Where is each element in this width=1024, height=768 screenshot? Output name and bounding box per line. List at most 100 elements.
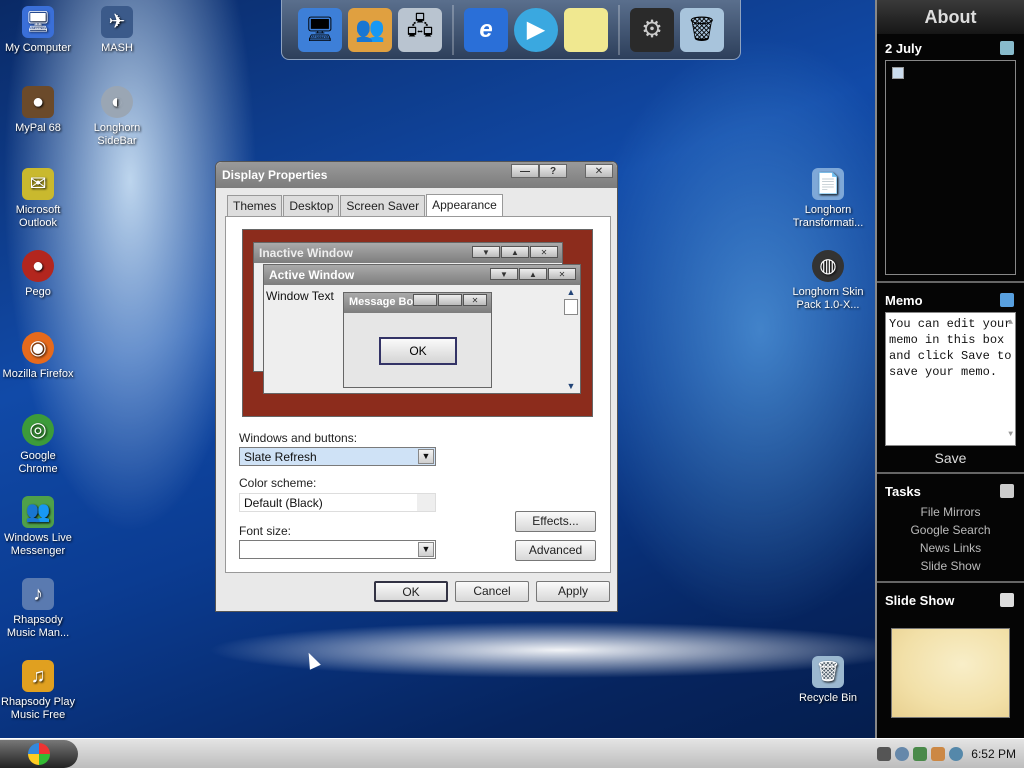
- monitor-icon[interactable]: 🖥: [298, 7, 342, 52]
- windows-buttons-label: Windows and buttons:: [239, 431, 358, 445]
- minimize-button[interactable]: —: [511, 164, 539, 178]
- computer-icon: 🖥: [22, 6, 54, 38]
- ok-button[interactable]: OK: [374, 581, 448, 602]
- network-icon[interactable]: 🖧: [398, 7, 442, 52]
- desktop-icon-outlook[interactable]: ✉ Microsoft Outlook: [0, 168, 76, 230]
- start-button[interactable]: [0, 740, 78, 768]
- keyboard-icon[interactable]: [877, 747, 892, 761]
- volume-icon[interactable]: [895, 747, 910, 761]
- slideshow-icon[interactable]: [1000, 593, 1014, 607]
- desktop-icon-messenger[interactable]: 👥 Windows Live Messenger: [0, 496, 76, 558]
- windows-logo-icon: [28, 743, 50, 765]
- desktop-icon-label: Mozilla Firefox: [2, 368, 74, 380]
- appearance-preview: Inactive Window ▼ ▲ ✕ Active Window ▼ ▲ …: [242, 229, 593, 417]
- tab-themes[interactable]: Themes: [227, 195, 283, 216]
- desktop-icon-label: My Computer: [4, 42, 72, 54]
- dock-separator: [618, 4, 620, 55]
- dialog-titlebar[interactable]: Display Properties — ? ✕: [216, 162, 617, 188]
- dialog-tabs: Themes Desktop Screen Saver Appearance: [227, 194, 504, 216]
- message-box-title: Message Box: [349, 296, 420, 308]
- desktop-icon-mypal[interactable]: ● MyPal 68: [0, 86, 76, 135]
- desktop-icon-rhapsody-play[interactable]: ♫ Rhapsody Play Music Free: [0, 660, 76, 722]
- color-scheme-select[interactable]: Default (Black): [239, 493, 436, 512]
- desktop-icon-label: Pego: [25, 286, 51, 298]
- trash-icon[interactable]: 🗑: [680, 7, 724, 52]
- cancel-button[interactable]: Cancel: [455, 581, 529, 602]
- desktop-icon-label: MASH: [101, 42, 133, 54]
- desktop-icon-firefox[interactable]: ◉ Mozilla Firefox: [0, 332, 76, 381]
- memo-textarea[interactable]: You can edit your memo in this box and c…: [885, 312, 1016, 446]
- pego-icon: ●: [22, 250, 54, 282]
- scroll-thumb: [564, 299, 578, 315]
- desktop-icon-label: Recycle Bin: [798, 692, 858, 704]
- desktop-icon-label: Microsoft Outlook: [15, 204, 61, 229]
- rhapsody-play-icon: ♫: [22, 660, 54, 692]
- calendar-header: 2 July: [877, 37, 1024, 60]
- desktop-icon-longhorn-transformation[interactable]: 📄 Longhorn Transformati...: [790, 168, 866, 230]
- apply-button[interactable]: Apply: [536, 581, 610, 602]
- update-icon[interactable]: [949, 747, 964, 761]
- tab-appearance[interactable]: Appearance: [426, 194, 503, 216]
- desktop-icon-mash[interactable]: ✈ MASH: [79, 6, 155, 55]
- preview-ok-button: OK: [379, 337, 457, 365]
- task-google-search[interactable]: Google Search: [877, 521, 1024, 539]
- sidebar-about[interactable]: About: [877, 0, 1024, 34]
- network-tray-icon[interactable]: [913, 747, 928, 761]
- dialog-close-controls: ✕: [585, 164, 613, 178]
- slideshow-header: Slide Show: [877, 589, 1024, 612]
- desktop-icon-label: Longhorn Skin Pack 1.0-X...: [792, 286, 864, 311]
- desktop-icon-longhorn-sidebar[interactable]: ◐ Longhorn SideBar: [79, 86, 155, 148]
- task-slide-show[interactable]: Slide Show: [877, 557, 1024, 575]
- slideshow-title: Slide Show: [885, 593, 955, 608]
- internet-explorer-icon[interactable]: e: [464, 7, 508, 52]
- desktop-icon-rhapsody-manager[interactable]: ♪ Rhapsody Music Man...: [0, 578, 76, 640]
- effects-button[interactable]: Effects...: [515, 511, 596, 532]
- slideshow-image[interactable]: [891, 628, 1010, 718]
- sidebar-icon: ◐: [101, 86, 133, 118]
- tab-desktop[interactable]: Desktop: [283, 195, 340, 216]
- help-button[interactable]: ?: [539, 164, 567, 178]
- clock[interactable]: 6:52 PM: [971, 747, 1016, 761]
- preview-scrollbar: ▲ ▼: [564, 287, 578, 391]
- close-button[interactable]: ✕: [585, 164, 613, 178]
- skinpack-icon: ◍: [812, 250, 844, 282]
- memo-icon[interactable]: [1000, 293, 1014, 307]
- messenger-icon: 👥: [22, 496, 54, 528]
- settings-window-icon[interactable]: ⚙: [630, 7, 674, 52]
- desktop-icon-label: Rhapsody Music Man...: [6, 614, 70, 639]
- desktop-icon-label: Rhapsody Play Music Free: [1, 696, 75, 721]
- desktop-icon-pego[interactable]: ● Pego: [0, 250, 76, 299]
- security-icon[interactable]: [931, 747, 946, 761]
- system-tray: 6:52 PM: [877, 739, 1016, 768]
- task-news-links[interactable]: News Links: [877, 539, 1024, 557]
- windows-buttons-select[interactable]: Slate Refresh ▼: [239, 447, 436, 466]
- desktop-icon-chrome[interactable]: ◎ Google Chrome: [0, 414, 76, 476]
- outlook-icon: ✉: [22, 168, 54, 200]
- tasks-icon[interactable]: [1000, 484, 1014, 498]
- media-player-icon[interactable]: ▶: [514, 7, 558, 52]
- tasks-title: Tasks: [885, 484, 921, 499]
- advanced-button[interactable]: Advanced: [515, 540, 596, 561]
- chevron-down-icon: ▼: [472, 246, 500, 258]
- desktop-icon-recycle-bin[interactable]: 🗑 Recycle Bin: [790, 656, 866, 705]
- notes-icon[interactable]: [564, 7, 608, 52]
- desktop-icon-label: Google Chrome: [18, 450, 58, 475]
- chevron-down-icon: ▼: [490, 268, 518, 280]
- users-icon[interactable]: 👥: [348, 7, 392, 52]
- memo-save-button[interactable]: Save: [877, 450, 1024, 466]
- font-size-select[interactable]: ▼: [239, 540, 436, 559]
- raccoon-icon: ●: [22, 86, 54, 118]
- minimize-icon: [413, 294, 437, 306]
- close-icon: ✕: [530, 246, 558, 258]
- inactive-window-title: Inactive Window: [259, 246, 353, 260]
- tab-screen-saver[interactable]: Screen Saver: [340, 195, 426, 216]
- preview-active-controls: ▼ ▲ ✕: [489, 268, 576, 280]
- dialog-title: Display Properties: [222, 168, 328, 182]
- desktop-icon-my-computer[interactable]: 🖥 My Computer: [0, 6, 76, 55]
- desktop-icon-longhorn-skin-pack[interactable]: ◍ Longhorn Skin Pack 1.0-X...: [790, 250, 866, 312]
- mouse-cursor-icon: [303, 650, 321, 670]
- longhorn-sidebar: About 2 July Memo You can edit your memo…: [875, 0, 1024, 738]
- task-file-mirrors[interactable]: File Mirrors: [877, 503, 1024, 521]
- calendar-icon[interactable]: [1000, 41, 1014, 55]
- memo-title: Memo: [885, 293, 923, 308]
